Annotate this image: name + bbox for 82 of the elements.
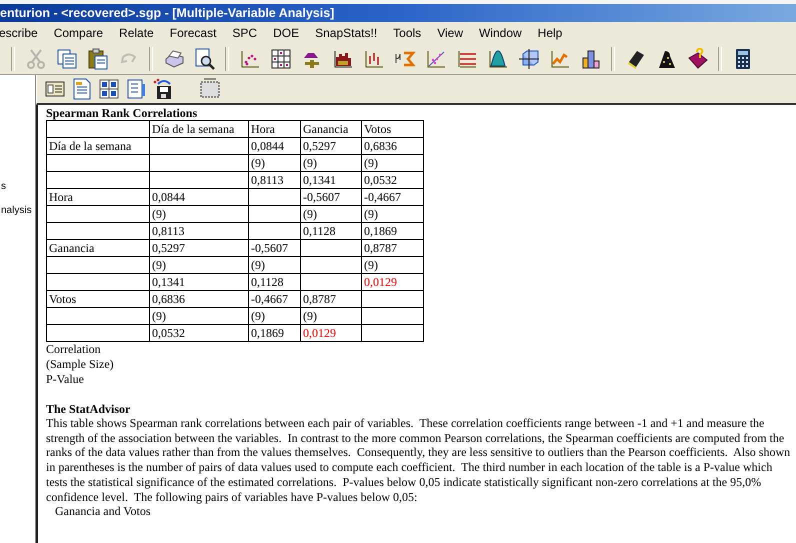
table-cell: (9) bbox=[150, 308, 248, 324]
p-value: 0,1128 bbox=[303, 224, 336, 238]
menu-item[interactable]: Help bbox=[538, 26, 572, 40]
table-cell: Votos bbox=[46, 290, 150, 308]
table-cell: (9) bbox=[362, 154, 424, 172]
menu-item[interactable]: Tools bbox=[393, 26, 430, 40]
table-cell: 0,5297 bbox=[150, 240, 248, 256]
p-value: 0,0129 bbox=[364, 274, 397, 288]
table-cell: 0,8787 bbox=[362, 240, 424, 256]
table-cell bbox=[248, 206, 300, 222]
p-value: 0,0532 bbox=[152, 326, 185, 340]
table-cell: (9) bbox=[248, 256, 300, 274]
advisor-title: The StatAdvisor bbox=[46, 402, 132, 416]
report-icon bbox=[70, 78, 92, 100]
table-cell bbox=[300, 256, 362, 274]
p-value: 0,0129 bbox=[303, 326, 336, 340]
p-value: 0,1869 bbox=[364, 224, 397, 238]
p-value: 0,8113 bbox=[152, 224, 185, 238]
table-cell: (9) bbox=[362, 206, 424, 222]
table-cell: 0,8787 bbox=[300, 290, 362, 308]
help-book-icon bbox=[686, 48, 708, 70]
scissors-icon bbox=[24, 48, 46, 70]
column-header: Día de la semana bbox=[150, 120, 248, 138]
table-cell: (9) bbox=[300, 154, 362, 172]
legend-text: Correlation bbox=[46, 342, 102, 357]
printer-icon bbox=[162, 48, 184, 70]
cube-icon bbox=[518, 48, 540, 70]
table-cell: 0,0844 bbox=[248, 138, 300, 154]
table-cell: -0,5607 bbox=[300, 188, 362, 206]
column-header: Ganancia bbox=[300, 120, 362, 138]
p-value: 0,0532 bbox=[364, 172, 397, 186]
table-cell: (9) bbox=[248, 308, 300, 324]
table-cell: (9) bbox=[150, 206, 248, 222]
table-cell: (9) bbox=[300, 308, 362, 324]
table-cell: (9) bbox=[300, 206, 362, 222]
column-header: Hora bbox=[248, 120, 300, 138]
grid-icon bbox=[270, 48, 292, 70]
column-header: Votos bbox=[362, 120, 424, 138]
table-cell: Ganancia bbox=[46, 240, 150, 256]
sidebar-item[interactable]: s bbox=[1, 180, 6, 193]
table-cell bbox=[362, 308, 424, 324]
table-cell: (9) bbox=[362, 256, 424, 274]
table-cell: 0,0844 bbox=[150, 188, 248, 206]
legend-text: (Sample Size) bbox=[46, 357, 115, 372]
menu-item[interactable]: View bbox=[437, 26, 472, 40]
p-value: 0,8113 bbox=[251, 172, 284, 186]
p-value: 0,1128 bbox=[251, 274, 284, 288]
table-cell: -0,5607 bbox=[248, 240, 300, 256]
table-cell: (9) bbox=[150, 256, 248, 274]
menu-item[interactable]: DOE bbox=[273, 26, 308, 40]
legend-text: P-Value bbox=[46, 372, 85, 387]
significant-pair: Ganancia and Votos bbox=[54, 504, 152, 520]
menu-item[interactable]: Window bbox=[478, 26, 531, 40]
table-cell: (9) bbox=[248, 154, 300, 172]
table-cell: -0,4667 bbox=[248, 290, 300, 308]
preview-icon bbox=[194, 48, 216, 70]
menu-item[interactable]: Forecast bbox=[170, 26, 226, 40]
menu-item[interactable]: SPC bbox=[232, 26, 266, 40]
menu-item[interactable]: Relate bbox=[119, 26, 163, 40]
menu-item[interactable]: Compare bbox=[54, 26, 112, 40]
table-cell: 0,6836 bbox=[150, 290, 248, 308]
tables-icon bbox=[98, 78, 120, 100]
p-value: 0,1341 bbox=[303, 172, 336, 186]
copy-icon bbox=[56, 48, 78, 70]
table-cell: 0,5297 bbox=[300, 138, 362, 154]
p-value: 0,1341 bbox=[152, 274, 185, 288]
document-icon bbox=[124, 78, 146, 100]
table-cell: Hora bbox=[46, 188, 150, 206]
table-cell: 0,6836 bbox=[362, 138, 424, 154]
report-title: Spearman Rank Correlations bbox=[46, 106, 198, 120]
save-icon bbox=[152, 78, 174, 100]
frame-icon bbox=[198, 78, 220, 100]
bar-chart-icon bbox=[580, 48, 602, 70]
bell-curve-icon bbox=[486, 48, 508, 70]
table-cell: Día de la semana bbox=[46, 138, 150, 154]
menu-item[interactable]: SnapStats!! bbox=[315, 26, 386, 40]
window-title: enturion - <recovered>.sgp - [Multiple-Variable Analysis] bbox=[0, 6, 334, 20]
p-value: 0,1869 bbox=[251, 326, 284, 340]
paste-icon bbox=[86, 48, 108, 70]
advisor-paragraph: This table shows Spearman rank correlations between each pair of variables. These correlation coefficients range between -1 and +1 and measure the strength of the association between the variables. In contrast to the more common Pearson correlations, the Spearman coefficients are computed from the ranks of the data values rather than from the values themselves. Consequently, they are less sensitive to outliers than the Pearson coefficients. Also shown in parentheses is the number of pairs of data values used to compute each coefficient. The third number in each location of the table is a P-value which tests the statistical significance of the estimated correlations. P-values below 0,05 indicate statistically significant non-zero correlations at the 95,0% confidence level. The following pairs of variables have P-values below 0,05: bbox=[46, 416, 791, 504]
sidebar-item[interactable]: nalysis bbox=[1, 204, 32, 217]
table-cell: -0,4667 bbox=[362, 188, 424, 206]
